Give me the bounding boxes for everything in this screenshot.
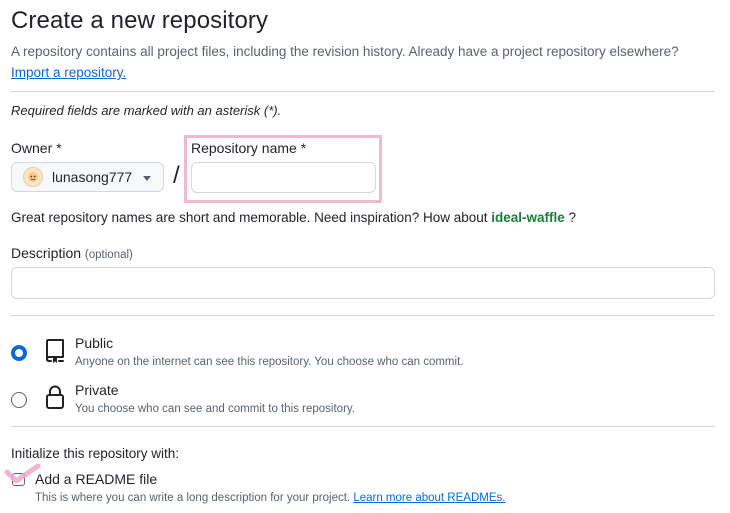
public-radio[interactable] — [11, 345, 27, 361]
divider — [11, 315, 715, 316]
private-radio[interactable] — [11, 392, 27, 408]
description-label-text: Description — [11, 245, 82, 261]
lock-icon — [44, 384, 66, 415]
owner-label: Owner * — [11, 140, 62, 156]
owner-dropdown[interactable]: lunasong777 — [11, 162, 164, 192]
optional-tag: (optional) — [84, 249, 133, 261]
divider — [11, 426, 715, 427]
name-suggestion-link[interactable]: ideal-waffle — [491, 210, 565, 225]
description-input[interactable] — [11, 267, 715, 299]
import-repository-link[interactable]: Import a repository. — [11, 65, 126, 80]
private-title: Private — [75, 382, 119, 398]
user-avatar-icon — [23, 167, 43, 187]
repo-icon — [44, 338, 66, 369]
repo-name-input[interactable] — [191, 162, 376, 193]
page-subtitle: A repository contains all project files,… — [11, 44, 679, 59]
readme-description-text: This is where you can write a long descr… — [35, 492, 351, 504]
owner-repo-separator: / — [173, 162, 180, 189]
hint-suffix: ? — [564, 210, 577, 225]
learn-more-readmes-link[interactable]: Learn more about READMEs. — [353, 492, 505, 504]
divider — [11, 91, 715, 92]
owner-name: lunasong777 — [52, 169, 133, 185]
readme-label[interactable]: Add a README file — [35, 471, 157, 487]
required-fields-note: Required fields are marked with an aster… — [11, 103, 282, 118]
chevron-down-icon — [143, 176, 151, 181]
page-title: Create a new repository — [11, 7, 269, 34]
repo-name-label: Repository name * — [191, 140, 307, 156]
new-repository-page: Create a new repository A repository con… — [0, 0, 730, 513]
readme-description: This is where you can write a long descr… — [35, 492, 505, 504]
hint-text: Great repository names are short and mem… — [11, 210, 492, 225]
public-title: Public — [75, 335, 114, 351]
public-description: Anyone on the internet can see this repo… — [75, 356, 464, 368]
repo-name-hint: Great repository names are short and mem… — [11, 210, 576, 225]
private-description: You choose who can see and commit to thi… — [75, 403, 355, 415]
initialize-label: Initialize this repository with: — [11, 446, 180, 461]
description-label: Description (optional) — [11, 245, 133, 261]
